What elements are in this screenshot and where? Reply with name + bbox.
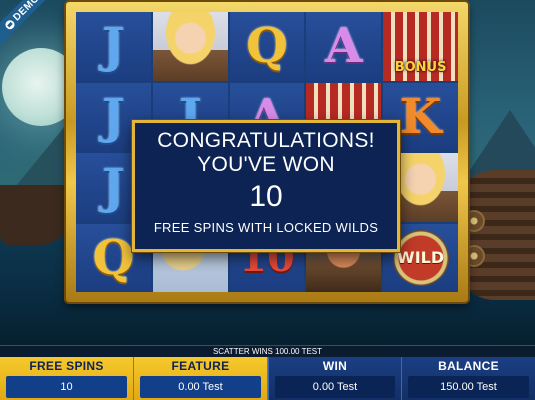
viking-girl-symbol [152, 12, 228, 81]
symbol-a: A [325, 18, 363, 75]
win-popup[interactable]: CONGRATULATIONS! YOU'VE WON 10 FREE SPIN… [132, 120, 400, 252]
symbol-q: Q [92, 229, 135, 286]
reel-cell: BONUS [383, 12, 458, 81]
win-value: 0.00 Test [275, 376, 395, 398]
symbol-k: K [399, 88, 442, 145]
reel-cell: J [76, 12, 151, 81]
reel-cell: Q [229, 12, 305, 81]
popup-description: FREE SPINS WITH LOCKED WILDS [153, 220, 379, 235]
win-label: WIN [322, 359, 348, 373]
wild-label: WILD [397, 248, 445, 268]
popup-free-spins-count: 10 [249, 180, 283, 213]
feature-panel: FEATURE 0.00 Test [134, 357, 268, 400]
popup-subtitle: YOU'VE WON [197, 153, 335, 176]
info-icon [3, 18, 16, 31]
bonus-label: BONUS [394, 59, 447, 75]
feature-label: FEATURE [171, 359, 230, 373]
bonus-symbol: BONUS [383, 12, 458, 81]
symbol-j: J [102, 88, 125, 145]
win-panel: WIN 0.00 Test [268, 357, 401, 400]
viking-ship-left [0, 185, 70, 245]
balance-panel: BALANCE 150.00 Test [401, 357, 535, 400]
free-spins-panel: FREE SPINS 10 [0, 357, 134, 400]
free-spins-value: 10 [6, 376, 127, 398]
reel-cell [152, 12, 228, 81]
free-spins-label: FREE SPINS [29, 359, 104, 373]
scatter-wins-bar: SCATTER WINS 100.00 TEST [0, 345, 535, 357]
symbol-j: J [102, 18, 125, 75]
symbol-j: J [102, 159, 125, 216]
reel-cell: A [306, 12, 382, 81]
balance-label: BALANCE [438, 359, 499, 373]
stats-bar: FREE SPINS 10 FEATURE 0.00 Test WIN 0.00… [0, 357, 535, 400]
wild-shield-icon: WILD [392, 229, 449, 286]
feature-value: 0.00 Test [140, 376, 261, 398]
symbol-q: Q [246, 18, 288, 75]
popup-title: CONGRATULATIONS! [157, 129, 375, 152]
balance-value: 150.00 Test [408, 376, 529, 398]
